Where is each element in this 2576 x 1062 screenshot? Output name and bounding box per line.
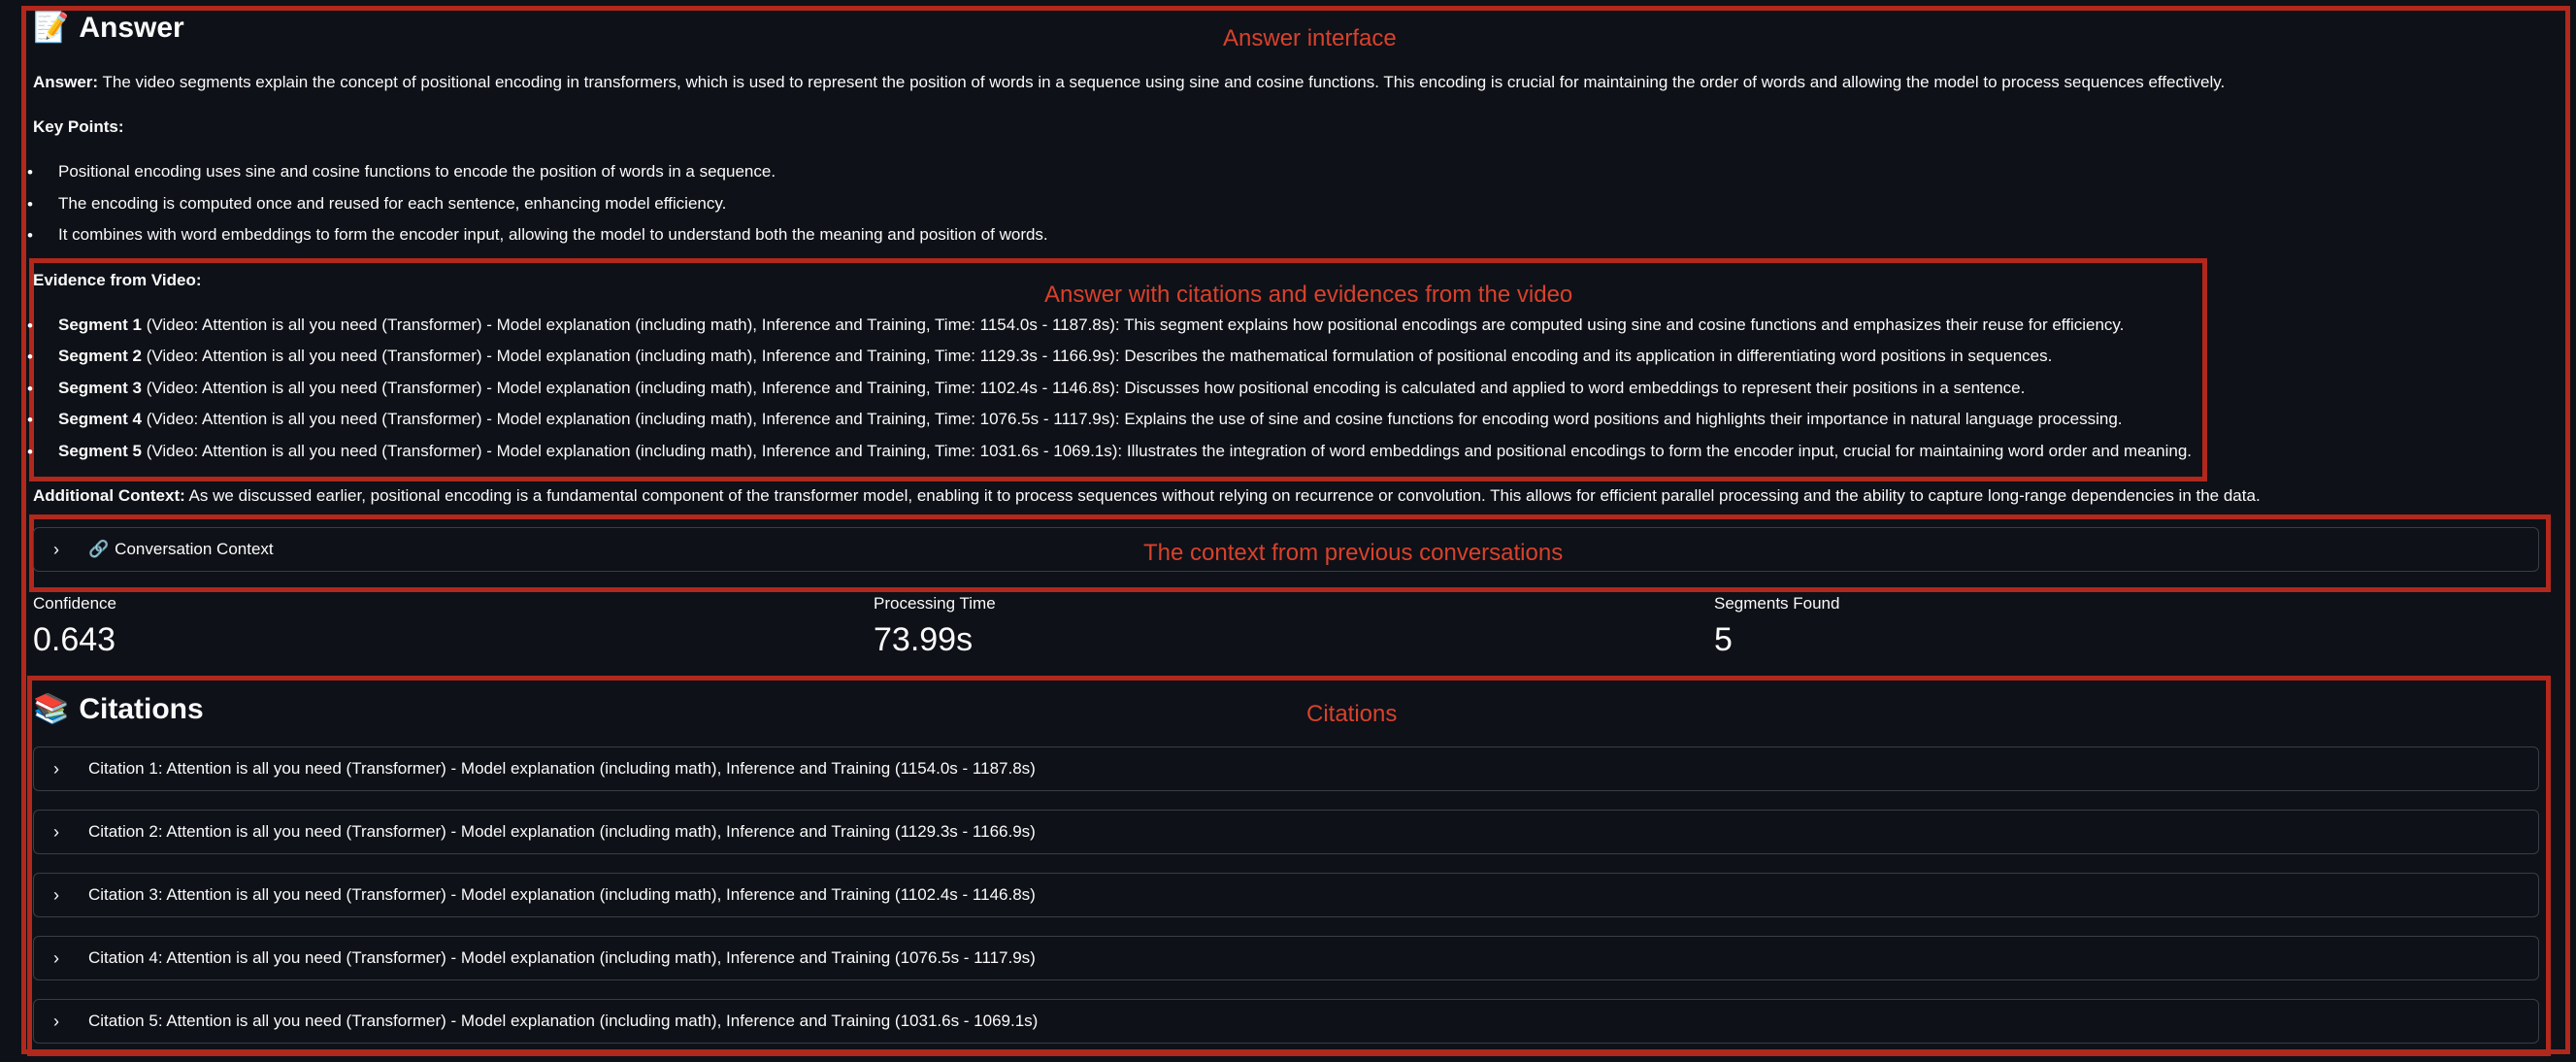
- additional-context-paragraph: Additional Context: As we discussed earl…: [33, 486, 2261, 506]
- bullet-dot-icon: •: [27, 411, 33, 429]
- citations-heading: 📚 Citations: [33, 693, 204, 726]
- answer-title: Answer: [79, 12, 184, 44]
- bullet-dot-icon: •: [27, 380, 33, 398]
- answer-heading: 📝 Answer: [33, 12, 184, 45]
- confidence-label: Confidence: [33, 594, 117, 613]
- segment-text: (Video: Attention is all you need (Trans…: [141, 315, 2125, 334]
- key-point-item: • It combines with word embeddings to fo…: [27, 225, 1048, 245]
- bullet-dot-icon: •: [27, 316, 33, 335]
- memo-icon: 📝: [33, 12, 70, 44]
- answer-text: The video segments explain the concept o…: [98, 73, 2226, 91]
- segment-text: (Video: Attention is all you need (Trans…: [141, 442, 2192, 460]
- citations-title: Citations: [79, 693, 204, 725]
- citation-label: Citation 1: Attention is all you need (T…: [88, 759, 1036, 778]
- evidence-segment-item: • Segment 2 (Video: Attention is all you…: [27, 347, 2053, 366]
- additional-context-text: As we discussed earlier, positional enco…: [184, 486, 2261, 505]
- segments-found-label: Segments Found: [1714, 594, 1840, 613]
- citation-label: Citation 5: Attention is all you need (T…: [88, 1012, 1039, 1030]
- segment-label: Segment 5: [58, 442, 142, 460]
- key-point-item: • Positional encoding uses sine and cosi…: [27, 162, 776, 182]
- chevron-right-icon: ›: [53, 821, 59, 842]
- conversation-context-expander[interactable]: › 🔗 Conversation Context: [33, 527, 2539, 572]
- bullet-dot-icon: •: [27, 195, 33, 214]
- segment-label: Segment 4: [58, 410, 142, 428]
- segment-text: (Video: Attention is all you need (Trans…: [141, 379, 2026, 397]
- citation-expander[interactable]: › Citation 4: Attention is all you need …: [33, 936, 2539, 980]
- processing-time-value: 73.99s: [874, 621, 974, 658]
- citation-expander[interactable]: › Citation 1: Attention is all you need …: [33, 747, 2539, 791]
- annotation-label-answer-interface: Answer interface: [1223, 25, 1397, 51]
- evidence-segment-item: • Segment 1 (Video: Attention is all you…: [27, 315, 2125, 335]
- segment-text: (Video: Attention is all you need (Trans…: [141, 347, 2053, 365]
- evidence-segment-item: • Segment 5 (Video: Attention is all you…: [27, 442, 2192, 461]
- segment-label: Segment 1: [58, 315, 142, 334]
- confidence-value: 0.643: [33, 621, 116, 658]
- evidence-segment-item: • Segment 3 (Video: Attention is all you…: [27, 379, 2026, 398]
- answer-paragraph: Answer: The video segments explain the c…: [33, 73, 2225, 92]
- citation-label: Citation 3: Attention is all you need (T…: [88, 885, 1036, 904]
- citation-expander[interactable]: › Citation 5: Attention is all you need …: [33, 999, 2539, 1044]
- segment-text: (Video: Attention is all you need (Trans…: [141, 410, 2123, 428]
- books-icon: 📚: [33, 693, 70, 725]
- bullet-dot-icon: •: [27, 443, 33, 461]
- chevron-right-icon: ›: [53, 539, 59, 559]
- citation-label: Citation 2: Attention is all you need (T…: [88, 822, 1036, 841]
- annotation-label-citations-evidence: Answer with citations and evidences from…: [1044, 282, 1573, 308]
- chevron-right-icon: ›: [53, 1011, 59, 1031]
- evidence-segment-item: • Segment 4 (Video: Attention is all you…: [27, 410, 2123, 429]
- link-icon: 🔗: [88, 540, 110, 558]
- key-point-item: • The encoding is computed once and reus…: [27, 194, 727, 214]
- bullet-dot-icon: •: [27, 348, 33, 366]
- chevron-right-icon: ›: [53, 947, 59, 968]
- segments-found-value: 5: [1714, 621, 1733, 658]
- processing-time-label: Processing Time: [874, 594, 996, 613]
- answer-label: Answer:: [33, 73, 99, 91]
- citation-expander[interactable]: › Citation 2: Attention is all you need …: [33, 810, 2539, 854]
- key-points-label: Key Points:: [33, 117, 124, 136]
- citation-label: Citation 4: Attention is all you need (T…: [88, 948, 1036, 967]
- additional-context-label: Additional Context:: [33, 486, 185, 505]
- annotation-label-citations: Citations: [1306, 701, 1398, 727]
- bullet-dot-icon: •: [27, 226, 33, 245]
- conversation-context-label: Conversation Context: [115, 540, 274, 558]
- citation-expander[interactable]: › Citation 3: Attention is all you need …: [33, 873, 2539, 917]
- segment-label: Segment 2: [58, 347, 142, 365]
- chevron-right-icon: ›: [53, 758, 59, 779]
- bullet-dot-icon: •: [27, 163, 33, 182]
- segment-label: Segment 3: [58, 379, 142, 397]
- evidence-label: Evidence from Video:: [33, 271, 202, 289]
- chevron-right-icon: ›: [53, 884, 59, 905]
